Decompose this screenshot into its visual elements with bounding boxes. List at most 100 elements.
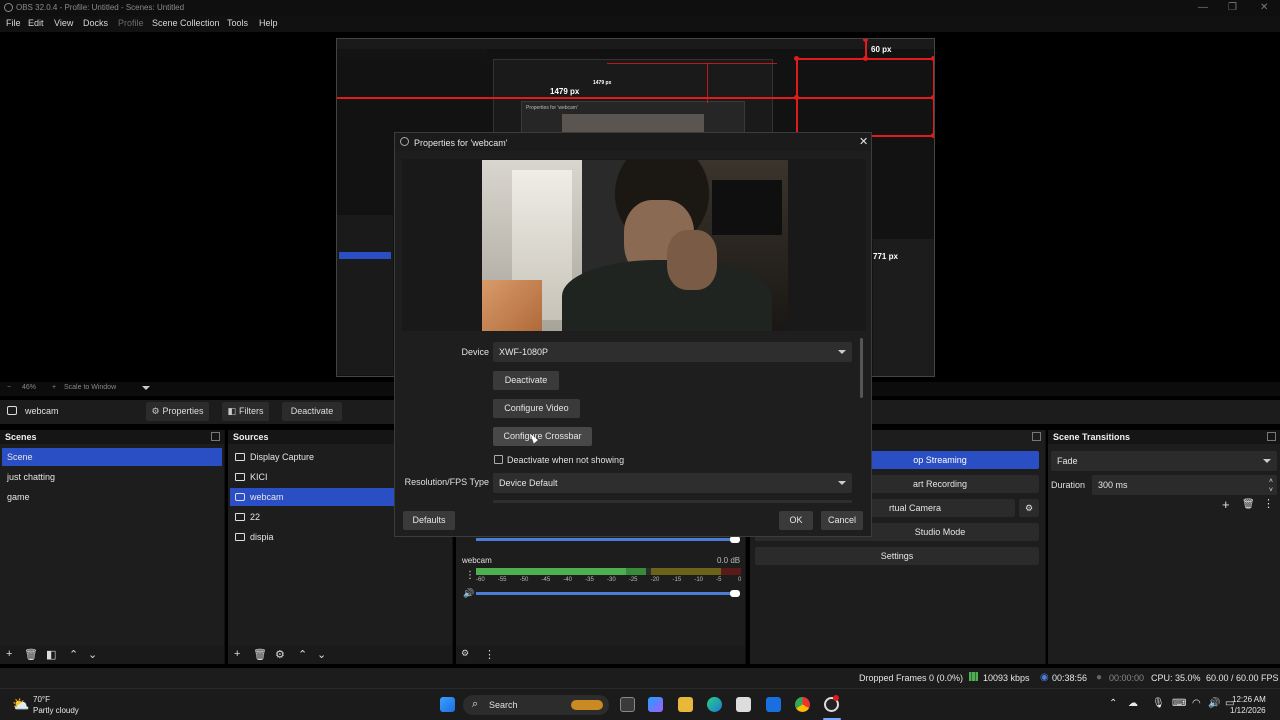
menu-scene-collection[interactable]: Scene Collection (152, 18, 220, 28)
weather-temperature[interactable]: 70°F (33, 695, 50, 704)
meter-tick-label: -15 (672, 577, 682, 583)
tray-chevron-icon[interactable]: ⌃ (1109, 698, 1117, 709)
device-select[interactable]: XWF-1080P (493, 342, 852, 362)
scene-item-just-chatting[interactable]: just chatting (2, 468, 222, 486)
microphone-icon[interactable]: 🎙 (1152, 698, 1165, 709)
record-icon: ● (1096, 672, 1103, 683)
filters-button[interactable]: ◧ Filters (222, 402, 269, 421)
nested-menubar (337, 49, 487, 57)
window-titlebar: OBS 32.0.4 - Profile: Untitled - Scenes:… (0, 0, 1280, 16)
scene-filters-icon[interactable]: ◧ (46, 648, 56, 661)
mixer-menu-icon[interactable]: ⋮ (465, 570, 475, 581)
move-scene-up-icon[interactable]: ⌃ (69, 648, 78, 661)
source-properties-icon[interactable]: ⚙ (275, 648, 285, 661)
speaker-icon[interactable]: 🔊 (463, 588, 474, 599)
meter-tick-label: -10 (694, 577, 703, 583)
close-icon[interactable]: ✕ (1260, 2, 1268, 13)
weather-icon[interactable]: ⛅ (12, 696, 29, 713)
menu-docks[interactable]: Docks (83, 18, 108, 28)
nested-titlebar (337, 39, 934, 49)
deactivate-when-hidden-label[interactable]: Deactivate when not showing (507, 455, 624, 465)
scene-item-scene[interactable]: Scene (2, 448, 222, 466)
scene-transitions-dock: Scene Transitions Fade Duration 300 ms ˄… (1048, 430, 1280, 664)
resolution-select[interactable]: Device Default (493, 473, 852, 493)
scene-item-game[interactable]: game (2, 488, 222, 506)
zoom-mode-dropdown-icon[interactable] (142, 386, 150, 390)
mixer-settings-icon[interactable]: ⚙ (461, 648, 469, 659)
clock-time[interactable]: 12:26 AM (1232, 695, 1266, 704)
minimize-icon[interactable]: — (1198, 2, 1208, 13)
zoom-in-button[interactable]: + (52, 384, 56, 391)
remove-transition-icon[interactable]: 🗑 (1242, 499, 1255, 510)
meter-tick-label: 0 (738, 577, 742, 583)
selected-source-name: webcam (25, 406, 59, 416)
device-label: Device (461, 347, 489, 357)
dialog-scrollbar[interactable] (860, 338, 863, 398)
ok-button[interactable]: OK (779, 511, 813, 530)
menu-view[interactable]: View (54, 18, 73, 28)
edge-icon[interactable] (707, 697, 722, 712)
store-icon[interactable] (736, 697, 751, 712)
controls-dock-float-icon[interactable] (1032, 432, 1041, 441)
volume-slider-handle-1[interactable] (730, 536, 740, 543)
settings-button[interactable]: Settings (755, 547, 1039, 565)
move-scene-down-icon[interactable]: ⌄ (88, 648, 97, 661)
task-view-icon[interactable] (620, 697, 635, 712)
volume-icon[interactable]: 🔊 (1208, 698, 1220, 709)
remove-source-icon[interactable]: 🗑 (253, 648, 267, 661)
add-transition-icon[interactable]: + (1222, 497, 1230, 512)
taskbar-search[interactable]: ⌕ Search (463, 695, 609, 715)
transitions-dock-float-icon[interactable] (1267, 432, 1276, 441)
deactivate-toolbar-button[interactable]: Deactivate (282, 402, 342, 421)
zoom-mode[interactable]: Scale to Window (64, 384, 116, 391)
file-explorer-icon[interactable] (678, 697, 693, 712)
clock-date[interactable]: 1/12/2026 (1230, 706, 1266, 715)
zoom-out-button[interactable]: − (7, 384, 11, 391)
configure-crossbar-button[interactable]: Configure Crossbar (493, 427, 592, 446)
defaults-button[interactable]: Defaults (403, 511, 455, 530)
signal-icon (969, 672, 978, 681)
deactivate-when-hidden-checkbox[interactable] (494, 455, 503, 464)
volume-slider-handle-2[interactable] (730, 590, 740, 597)
keyboard-icon[interactable]: ⌨ (1172, 698, 1186, 709)
weather-description[interactable]: Partly cloudy (33, 706, 79, 715)
add-source-icon[interactable]: + (234, 648, 240, 660)
menu-tools[interactable]: Tools (227, 18, 248, 28)
volume-slider-1[interactable] (476, 538, 736, 541)
transition-more-icon[interactable]: ⋮ (1263, 497, 1274, 510)
onedrive-icon[interactable]: ☁ (1128, 698, 1138, 709)
cancel-button[interactable]: Cancel (821, 511, 863, 530)
top-measurement-label: 60 px (871, 45, 892, 54)
transition-select[interactable]: Fade (1051, 451, 1277, 471)
nested-width-label: 1479 px (593, 80, 612, 86)
chrome-icon[interactable] (795, 697, 810, 712)
menu-edit[interactable]: Edit (28, 18, 44, 28)
deactivate-button[interactable]: Deactivate (493, 371, 559, 390)
remove-scene-icon[interactable]: 🗑 (24, 648, 38, 661)
menu-profile[interactable]: Profile (118, 18, 144, 28)
duration-spinbox[interactable]: 300 ms ˄ ˅ (1092, 475, 1277, 495)
volume-slider-2[interactable] (476, 592, 736, 595)
meter-tick-label: -50 (519, 577, 529, 583)
move-source-down-icon[interactable]: ⌄ (317, 648, 326, 661)
wifi-icon[interactable]: ◠ (1192, 698, 1201, 709)
meter-tick-label: -60 (476, 577, 485, 583)
properties-button[interactable]: ⚙ Properties (146, 402, 209, 421)
restore-icon[interactable]: ❐ (1228, 2, 1237, 13)
scenes-dock-float-icon[interactable] (211, 432, 220, 441)
dialog-close-icon[interactable]: ✕ (859, 135, 868, 148)
menu-file[interactable]: File (6, 18, 21, 28)
virtual-camera-settings-icon[interactable]: ⚙ (1019, 499, 1039, 517)
camera-icon (235, 492, 245, 501)
sources-dock-footer: + 🗑 ⚙ ⌃ ⌄ (228, 646, 452, 664)
meter-tick-label: -45 (541, 577, 551, 583)
mail-icon[interactable] (766, 697, 781, 712)
configure-video-button[interactable]: Configure Video (493, 399, 580, 418)
start-icon[interactable] (440, 697, 455, 712)
copilot-icon[interactable] (648, 697, 663, 712)
nested-scenes-dock (337, 215, 393, 375)
menu-help[interactable]: Help (259, 18, 278, 28)
add-scene-icon[interactable]: + (6, 648, 12, 660)
mixer-more-icon[interactable]: ⋮ (484, 648, 495, 661)
move-source-up-icon[interactable]: ⌃ (298, 648, 307, 661)
